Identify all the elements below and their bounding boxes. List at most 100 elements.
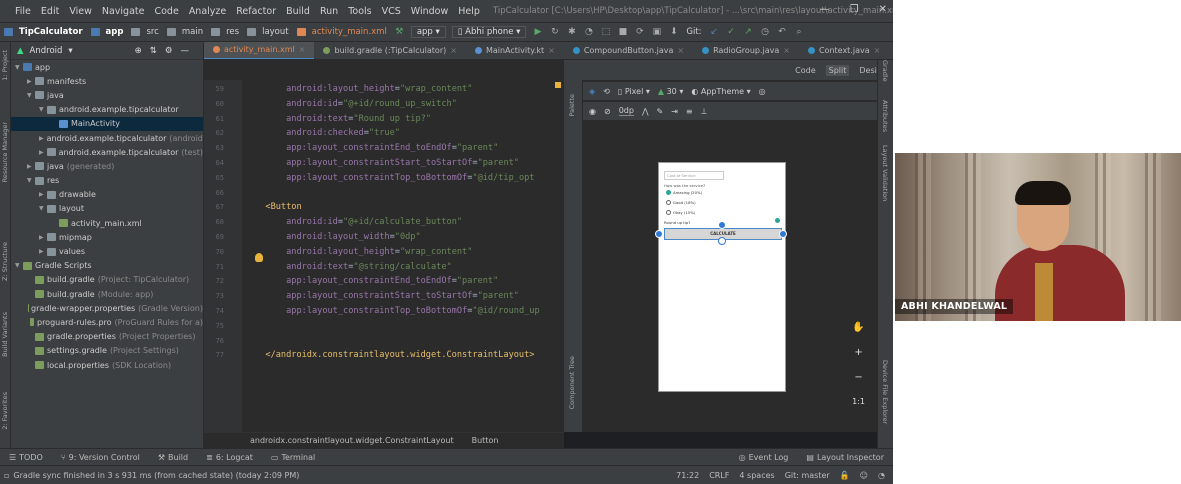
align-icon[interactable]: ≡: [686, 107, 693, 116]
infer-constraints-icon[interactable]: ✎: [657, 107, 664, 116]
code-line[interactable]: 69 android:layout_width="0dp": [204, 230, 564, 245]
attributes-tab[interactable]: Attributes: [881, 100, 889, 132]
rollback-icon[interactable]: ↶: [777, 27, 788, 38]
layout-validation-tab[interactable]: Layout Validation: [881, 145, 889, 201]
close-tab-icon[interactable]: ×: [450, 46, 457, 55]
editor-tab[interactable]: build.gradle (:TipCalculator) ×: [314, 42, 465, 59]
default-margin-field[interactable]: 0dp: [618, 106, 634, 116]
close-tab-icon[interactable]: ×: [548, 46, 555, 55]
status-message[interactable]: Gradle sync finished in 3 s 931 ms (from…: [13, 471, 299, 480]
gradle-tab[interactable]: Gradle: [881, 60, 889, 82]
resource-manager-tab[interactable]: Resource Manager: [1, 122, 9, 182]
preview-radio-amazing[interactable]: Amazing (20%): [666, 190, 702, 195]
indent-setting[interactable]: 4 spaces: [739, 471, 774, 480]
version-control-tab[interactable]: ⑂ 9: Version Control: [52, 453, 149, 462]
git-commit-icon[interactable]: ✓: [726, 27, 737, 38]
module-select[interactable]: app ▾: [410, 26, 446, 38]
split-mode-button[interactable]: Split: [825, 64, 850, 76]
event-log-tab[interactable]: ◎ Event Log: [730, 453, 798, 462]
constraint-handle-top[interactable]: [718, 221, 726, 229]
sync-gradle-icon[interactable]: ⟳: [634, 27, 645, 38]
code-line[interactable]: 65 app:layout_constraintTop_toBottomOf="…: [204, 171, 564, 186]
zoom-in-icon[interactable]: +: [852, 347, 865, 358]
breadcrumb-button[interactable]: Button: [472, 436, 499, 445]
menu-refactor[interactable]: Refactor: [231, 6, 281, 17]
project-panel-actions[interactable]: ⊕⇅⚙—: [135, 46, 197, 56]
view-options-icon[interactable]: ◉: [589, 107, 596, 116]
code-line[interactable]: 66: [204, 186, 564, 201]
git-push-icon[interactable]: ↗: [743, 27, 754, 38]
breadcrumb-constraintlayout[interactable]: androidx.constraintlayout.widget.Constra…: [250, 436, 454, 445]
constraint-handle-bottom[interactable]: [718, 237, 726, 245]
structure-tab[interactable]: Z: Structure: [1, 242, 9, 281]
notifications-icon[interactable]: ◔: [878, 471, 885, 480]
editor-tab[interactable]: RadioGroup.java ×: [693, 42, 799, 59]
design-canvas[interactable]: Cost of Service How was the service? Ama…: [583, 122, 875, 432]
menu-edit[interactable]: Edit: [36, 6, 64, 17]
device-file-explorer-tab[interactable]: Device File Explorer: [881, 360, 889, 424]
component-tree-tab[interactable]: Component Tree: [568, 356, 576, 409]
constraint-handle-right[interactable]: [779, 230, 787, 238]
project-tree-item[interactable]: settings.gradle (Project Settings): [11, 344, 203, 358]
close-icon[interactable]: ✕: [879, 4, 887, 15]
guidelines-icon[interactable]: ⊥: [701, 107, 708, 116]
editor-tab[interactable]: CompoundButton.java ×: [564, 42, 693, 59]
close-tab-icon[interactable]: ×: [677, 46, 684, 55]
palette-tab[interactable]: Palette: [568, 94, 576, 117]
project-tree-item[interactable]: ▼ layout: [11, 202, 203, 216]
baseline-handle[interactable]: [774, 217, 781, 224]
nav-crumb-file[interactable]: activity_main.xml: [293, 27, 391, 37]
code-editor[interactable]: 59 android:layout_height="wrap_content" 6…: [204, 60, 564, 432]
project-tree-item[interactable]: ▶ manifests: [11, 74, 203, 88]
preview-cost-input[interactable]: Cost of Service: [664, 171, 724, 180]
close-tab-icon[interactable]: ×: [299, 45, 306, 54]
code-line[interactable]: 74 app:layout_constraintTop_toBottomOf="…: [204, 304, 564, 319]
lock-icon[interactable]: 🔓: [840, 471, 850, 480]
preview-radio-good[interactable]: Good (18%): [666, 200, 696, 205]
zoom-out-icon[interactable]: −: [852, 372, 865, 383]
history-icon[interactable]: ◷: [760, 27, 771, 38]
code-line[interactable]: 63 app:layout_constraintEnd_toEndOf="par…: [204, 141, 564, 156]
layout-inspector-tab[interactable]: ▤ Layout Inspector: [797, 453, 893, 462]
code-mode-button[interactable]: Code: [795, 66, 815, 75]
status-bar-toggle-icon[interactable]: ▫: [0, 471, 13, 480]
theme-select[interactable]: ◐ AppTheme ▾: [691, 87, 750, 96]
minimize-icon[interactable]: —: [820, 4, 830, 15]
code-line[interactable]: 64 app:layout_constraintStart_toStartOf=…: [204, 156, 564, 171]
layers-icon[interactable]: ◈: [589, 87, 595, 96]
editor-tab[interactable]: Context.java ×: [799, 42, 889, 59]
stop-icon[interactable]: ■: [617, 27, 628, 38]
favorites-tab[interactable]: 2: Favorites: [1, 392, 9, 430]
expand-arrow-icon[interactable]: ▶: [27, 78, 35, 85]
maximize-icon[interactable]: ❐: [850, 4, 859, 15]
git-branch[interactable]: Git: master: [785, 471, 830, 480]
avd-manager-icon[interactable]: ▣: [651, 27, 662, 38]
project-tree-item[interactable]: proguard-rules.pro (ProGuard Rules for a): [11, 315, 203, 329]
pan-hand-icon[interactable]: ✋: [852, 322, 865, 333]
menu-navigate[interactable]: Navigate: [97, 6, 150, 17]
project-tree-item[interactable]: ▼ android.example.tipcalculator: [11, 103, 203, 117]
menu-analyze[interactable]: Analyze: [184, 6, 231, 17]
code-line[interactable]: 59 android:layout_height="wrap_content": [204, 82, 564, 97]
project-tool-tab[interactable]: 1: Project: [1, 50, 9, 81]
menu-view[interactable]: View: [64, 6, 97, 17]
debug-icon[interactable]: ✱: [566, 27, 577, 38]
warning-marker-icon[interactable]: [555, 82, 561, 88]
project-view-select[interactable]: Android: [30, 46, 63, 56]
code-line[interactable]: 72 app:layout_constraintEnd_toEndOf="par…: [204, 274, 564, 289]
search-icon[interactable]: ⌕: [794, 27, 805, 38]
expand-arrow-icon[interactable]: ▶: [39, 135, 44, 142]
project-tree-item[interactable]: gradle.properties (Project Properties): [11, 330, 203, 344]
pack-icon[interactable]: ⇥: [671, 107, 678, 116]
project-tree-item[interactable]: ▼ Gradle Scripts: [11, 259, 203, 273]
expand-arrow-icon[interactable]: ▼: [39, 205, 47, 212]
autoconnect-icon[interactable]: ⊘: [604, 107, 611, 116]
project-tree-item[interactable]: MainActivity: [11, 116, 203, 131]
device-select[interactable]: ▯ Abhi phone ▾: [451, 26, 527, 38]
nav-crumb-project[interactable]: TipCalculator: [0, 27, 87, 37]
menu-build[interactable]: Build: [281, 6, 315, 17]
code-line[interactable]: 60 android:id="@+id/round_up_switch": [204, 97, 564, 112]
editor-tab[interactable]: activity_main.xml ×: [204, 42, 315, 59]
project-tree-item[interactable]: ▶android.example.tipcalculator(androidTe…: [11, 131, 203, 145]
close-tab-icon[interactable]: ×: [874, 46, 881, 55]
